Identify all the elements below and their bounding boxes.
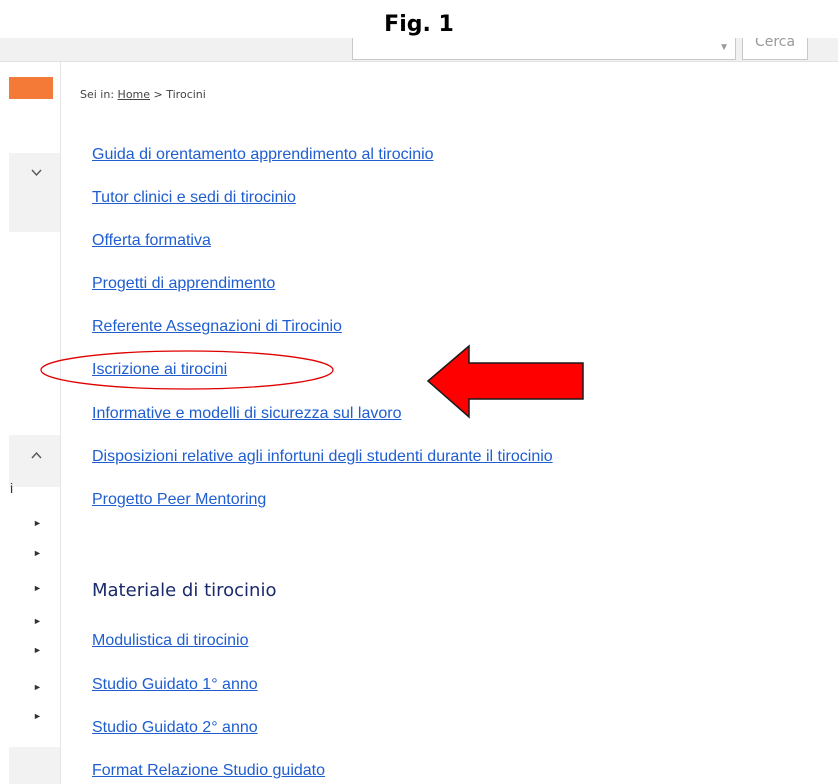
sidebar-fragment-text: i — [10, 480, 14, 496]
left-sidebar: i ► ► ► ► ► ► ► — [0, 61, 60, 784]
link-iscrizione-tirocini[interactable]: Iscrizione ai tirocini — [92, 361, 227, 379]
breadcrumb-home-link[interactable]: Home — [118, 88, 150, 101]
link-tutor-clinici[interactable]: Tutor clinici e sedi di tirocinio — [92, 189, 296, 207]
search-button-label: Cerca — [754, 38, 796, 50]
top-bar: ▼ Cerca — [0, 38, 838, 62]
section-heading-materiale: Materiale di tirocinio — [92, 580, 277, 601]
caret-right-icon[interactable]: ► — [33, 683, 42, 692]
link-studio-guidato-1[interactable]: Studio Guidato 1° anno — [92, 676, 258, 694]
red-left-arrow-icon — [426, 344, 584, 419]
orange-menu-tab[interactable] — [9, 77, 53, 99]
caret-right-icon[interactable]: ► — [33, 519, 42, 528]
dropdown-arrow-icon[interactable]: ▼ — [719, 42, 729, 53]
search-select[interactable]: ▼ — [352, 38, 736, 60]
link-format-relazione[interactable]: Format Relazione Studio guidato — [92, 762, 325, 780]
sidebar-expand-block[interactable] — [9, 435, 60, 487]
caret-right-icon[interactable]: ► — [33, 712, 42, 721]
chevron-down-icon[interactable] — [31, 169, 42, 180]
breadcrumb-prefix: Sei in: — [80, 88, 115, 101]
link-progetti-apprendimento[interactable]: Progetti di apprendimento — [92, 275, 275, 293]
link-peer-mentoring[interactable]: Progetto Peer Mentoring — [92, 491, 266, 509]
caret-right-icon[interactable]: ► — [33, 646, 42, 655]
chevron-up-icon[interactable] — [31, 451, 42, 462]
link-offerta-formativa[interactable]: Offerta formativa — [92, 232, 211, 250]
caret-right-icon[interactable]: ► — [33, 584, 42, 593]
breadcrumb-current: Tirocini — [166, 88, 206, 101]
link-informative-sicurezza[interactable]: Informative e modelli di sicurezza sul l… — [92, 405, 401, 423]
caret-right-icon[interactable]: ► — [33, 617, 42, 626]
link-referente-assegnazioni[interactable]: Referente Assegnazioni di Tirocinio — [92, 318, 342, 336]
sidebar-divider — [60, 61, 61, 784]
sidebar-gray-block[interactable] — [9, 747, 60, 784]
sidebar-gray-block[interactable] — [9, 189, 60, 232]
link-modulistica[interactable]: Modulistica di tirocinio — [92, 632, 249, 650]
breadcrumb-separator: > — [153, 88, 163, 101]
search-button[interactable]: Cerca — [742, 38, 808, 60]
link-guida-orientamento[interactable]: Guida di orentamento apprendimento al ti… — [92, 146, 434, 164]
caret-right-icon[interactable]: ► — [33, 549, 42, 558]
link-studio-guidato-2[interactable]: Studio Guidato 2° anno — [92, 719, 258, 737]
annotation-overlay — [40, 344, 584, 419]
figure-title: Fig. 1 — [384, 12, 454, 37]
link-disposizioni-infortuni[interactable]: Disposizioni relative agli infortuni deg… — [92, 448, 553, 466]
breadcrumb: Sei in: Home > Tirocini — [80, 88, 206, 101]
